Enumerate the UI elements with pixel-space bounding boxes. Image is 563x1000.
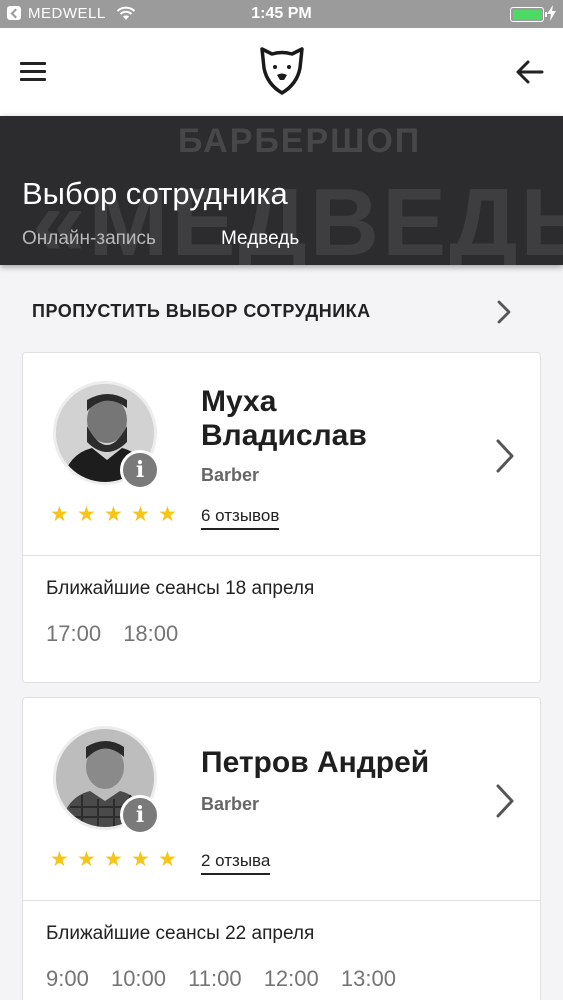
info-icon[interactable]: i <box>120 795 160 835</box>
nearest-sessions-title: Ближайшие сеансы 18 апреля <box>46 578 315 599</box>
divider <box>23 900 540 901</box>
skip-label: ПРОПУСТИТЬ ВЫБОР СОТРУДНИКА <box>32 301 371 321</box>
rating-stars: ★ ★ ★ ★ ★ <box>50 849 185 871</box>
watermark-logo-top: БАРБЕРШОП <box>178 122 422 160</box>
employee-name: Муха Владислав <box>201 385 367 453</box>
star-icon: ★ <box>77 503 96 526</box>
hamburger-icon[interactable] <box>20 62 46 82</box>
employee-name: Петров Андрей <box>201 746 430 779</box>
employee-role: Barber <box>201 465 260 485</box>
employee-card-header[interactable]: i ★ ★ ★ ★ ★ Муха Владислав Barber 6 отзывов <box>23 353 540 555</box>
time-slot[interactable]: 13:00 <box>341 966 396 992</box>
skip-employee-selection-button[interactable]: ПРОПУСТИТЬ ВЫБОР СОТРУДНИКА <box>0 290 563 336</box>
page-title: Выбор сотрудника <box>22 176 288 211</box>
time-slot[interactable]: 10:00 <box>111 966 166 992</box>
divider <box>23 555 540 556</box>
star-icon: ★ <box>50 503 69 526</box>
page-header: БАРБЕРШОП «МЕДВЕДЬ» Выбор сотрудника Онл… <box>0 116 563 265</box>
battery-icon <box>510 7 547 22</box>
charging-bolt-icon <box>547 5 556 25</box>
breadcrumb-salon-name: Медведь <box>221 228 300 249</box>
reviews-link[interactable]: 2 отзыва <box>201 851 271 875</box>
time-slot[interactable]: 12:00 <box>264 966 319 992</box>
employee-role: Barber <box>201 794 260 814</box>
star-icon: ★ <box>131 503 150 526</box>
status-bar: MEDWELL 1:45 PM <box>0 0 563 28</box>
chevron-right-icon <box>494 298 514 331</box>
info-icon[interactable]: i <box>120 450 160 490</box>
star-icon: ★ <box>104 503 123 526</box>
status-time: 1:45 PM <box>251 5 312 22</box>
nearest-sessions-title: Ближайшие сеансы 22 апреля <box>46 923 315 944</box>
star-icon: ★ <box>50 848 69 871</box>
star-icon: ★ <box>104 848 123 871</box>
navigation-bar <box>0 28 563 116</box>
time-slot[interactable]: 17:00 <box>46 621 101 647</box>
star-icon: ★ <box>77 848 96 871</box>
time-slot[interactable]: 9:00 <box>46 966 89 992</box>
time-slots: 17:00 18:00 <box>46 621 194 647</box>
employee-card-header[interactable]: i ★ ★ ★ ★ ★ Петров Андрей Barber 2 отзыва <box>23 698 540 900</box>
time-slot[interactable]: 11:00 <box>188 966 241 992</box>
breadcrumb-online-booking: Онлайн-запись <box>22 228 156 249</box>
arrow-left-icon[interactable] <box>514 58 546 86</box>
star-icon: ★ <box>158 503 177 526</box>
employee-card: i ★ ★ ★ ★ ★ Муха Владислав Barber 6 отзывов … <box>22 352 541 683</box>
time-slots: 9:00 10:00 11:00 12:00 13:00 <box>46 966 412 992</box>
rating-stars: ★ ★ ★ ★ ★ <box>50 504 185 526</box>
chevron-right-icon <box>493 436 517 481</box>
employee-name-line1: Муха <box>201 385 277 418</box>
star-icon: ★ <box>131 848 150 871</box>
employee-name-line2: Владислав <box>201 419 367 452</box>
star-icon: ★ <box>158 848 177 871</box>
bear-logo-icon <box>259 46 305 101</box>
time-slot[interactable]: 18:00 <box>123 621 178 647</box>
chevron-right-icon <box>493 781 517 826</box>
reviews-link[interactable]: 6 отзывов <box>201 506 280 530</box>
employee-card: i ★ ★ ★ ★ ★ Петров Андрей Barber 2 отзыва Бл… <box>22 697 541 1000</box>
